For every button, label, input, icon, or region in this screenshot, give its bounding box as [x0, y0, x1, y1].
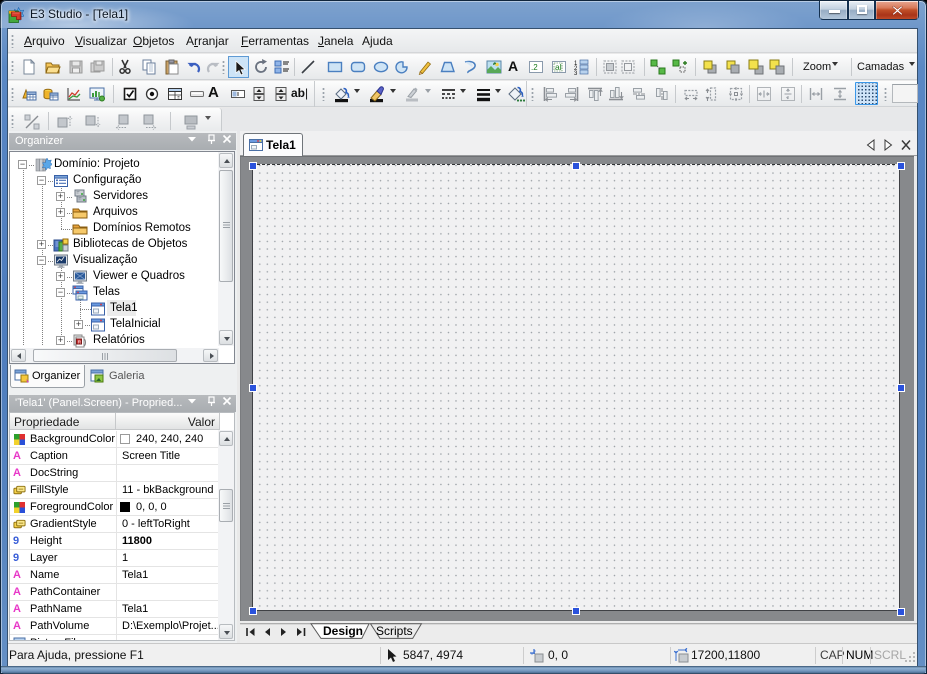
svg-text:.2: .2	[531, 63, 538, 72]
svg-text:3: 3	[574, 71, 578, 75]
svg-text:al: al	[555, 62, 562, 72]
